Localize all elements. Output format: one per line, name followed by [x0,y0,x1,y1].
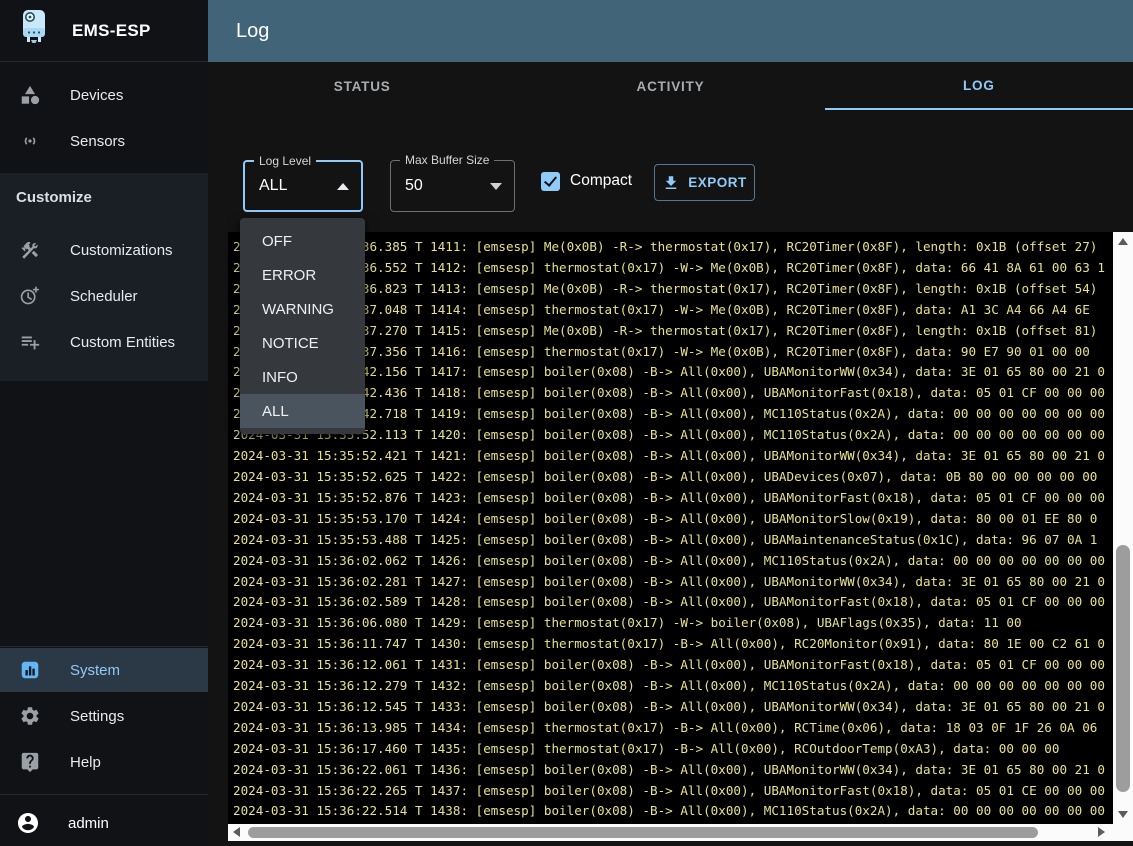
log-line: 2024-03-31 15:36:17.460 T 1435: [emsesp]… [233,739,1113,760]
log-line: 2024-03-31 15:35:52.625 T 1422: [emsesp]… [233,467,1113,488]
log-line: 2024-03-31 15:35:42.436 T 1418: [emsesp]… [233,383,1113,404]
sidebar-item-label: Help [70,754,101,771]
chevron-down-icon [490,183,502,190]
divider [0,646,208,647]
sidebar: EMS-ESP Devices Sensors Customize [0,0,208,846]
scrollbar-corner [1113,824,1133,841]
log-line: 2024-03-31 15:36:13.985 T 1434: [emsesp]… [233,718,1113,739]
vertical-scrollbar-thumb[interactable] [1116,545,1130,792]
horizontal-scrollbar-thumb[interactable] [248,827,1038,838]
max-buffer-size-select[interactable]: Max Buffer Size 50 [390,160,515,212]
compact-checkbox[interactable] [541,172,560,191]
customize-section-header: Customize [16,189,92,206]
log-line: 2024-03-31 15:35:53.170 T 1424: [emsesp]… [233,509,1113,530]
log-line: 2024-03-31 15:35:52.113 T 1420: [emsesp]… [233,425,1113,446]
sidebar-item-label: Custom Entities [70,334,175,351]
live-help-icon [18,751,42,773]
max-buffer-size-value: 50 [405,161,423,211]
sidebar-item-customizations[interactable]: Customizations [0,227,208,273]
tab-activity[interactable]: ACTIVITY [516,62,824,110]
construction-icon [18,239,42,261]
page-title: Log [236,20,269,43]
log-level-select[interactable]: Log Level ALL [243,160,363,212]
log-line: 2024-03-31 15:36:22.265 T 1437: [emsesp]… [233,781,1113,802]
sidebar-item-label: Sensors [70,133,125,150]
log-line: 2024-03-31 15:36:11.747 T 1430: [emsesp]… [233,634,1113,655]
sidebar-item-label: System [70,662,120,679]
user-menu[interactable]: admin [0,800,208,846]
log-line: 2024-03-31 15:35:36.823 T 1413: [emsesp]… [233,279,1113,300]
more-time-icon [18,285,42,307]
gear-icon [18,705,42,727]
boiler-logo-icon [18,9,50,52]
customize-section: Customize Customizations Scheduler [0,173,208,381]
user-label: admin [68,815,109,832]
log-line: 2024-03-31 15:35:37.356 T 1416: [emsesp]… [233,342,1113,363]
app-bar: Log [208,0,1133,62]
compact-label: Compact [570,172,632,190]
main-content: Log STATUS ACTIVITY LOG Log Level ALL Ma… [208,0,1133,846]
chevron-up-icon [337,183,349,190]
sidebar-item-sensors[interactable]: Sensors [0,118,208,164]
sidebar-item-system[interactable]: System [0,648,208,692]
horizontal-scrollbar[interactable] [228,824,1113,841]
log-line: 2024-03-31 15:35:37.270 T 1415: [emsesp]… [233,321,1113,342]
log-line: 2024-03-31 15:35:36.552 T 1412: [emsesp]… [233,258,1113,279]
app-logo-row: EMS-ESP [0,0,208,62]
sidebar-item-scheduler[interactable]: Scheduler [0,273,208,319]
sidebar-item-custom-entities[interactable]: Custom Entities [0,319,208,365]
divider [0,794,208,795]
sidebar-item-label: Devices [70,87,123,104]
export-button-label: EXPORT [688,175,747,190]
log-line: 2024-03-31 15:35:42.718 T 1419: [emsesp]… [233,404,1113,425]
scroll-right-arrow-icon[interactable] [1098,827,1105,837]
scroll-left-arrow-icon[interactable] [233,827,240,837]
log-level-option[interactable]: ERROR [240,258,365,292]
log-line: 2024-03-31 15:35:52.421 T 1421: [emsesp]… [233,446,1113,467]
log-line: 2024-03-31 15:36:12.279 T 1432: [emsesp]… [233,676,1113,697]
sidebar-item-label: Settings [70,708,124,725]
log-level-option[interactable]: NOTICE [240,326,365,360]
sidebar-item-help[interactable]: Help [0,740,208,784]
log-line: 2024-03-31 15:35:36.385 T 1411: [emsesp]… [233,237,1113,258]
app-title: EMS-ESP [72,21,151,41]
category-icon [18,84,42,106]
log-line: 2024-03-31 15:35:37.048 T 1414: [emsesp]… [233,300,1113,321]
scroll-up-arrow-icon[interactable] [1118,238,1128,245]
sidebar-item-devices[interactable]: Devices [0,72,208,118]
log-level-value: ALL [259,162,287,210]
sidebar-item-settings[interactable]: Settings [0,694,208,738]
analytics-icon [18,659,42,681]
scroll-down-arrow-icon[interactable] [1118,811,1128,818]
export-button[interactable]: EXPORT [654,164,755,201]
log-line: 2024-03-31 15:36:22.514 T 1438: [emsesp]… [233,801,1113,822]
log-line: 2024-03-31 15:35:42.156 T 1417: [emsesp]… [233,362,1113,383]
sensors-icon [18,130,42,152]
account-circle-icon [16,810,40,836]
log-level-option[interactable]: INFO [240,360,365,394]
log-line: 2024-03-31 15:35:52.876 T 1423: [emsesp]… [233,488,1113,509]
log-level-menu: OFF ERROR WARNING NOTICE INFO ALL [240,218,365,434]
log-line: 2024-03-31 15:36:12.545 T 1433: [emsesp]… [233,697,1113,718]
log-level-option[interactable]: OFF [240,224,365,258]
log-level-option[interactable]: ALL [240,394,365,428]
log-line: 2024-03-31 15:36:22.061 T 1436: [emsesp]… [233,760,1113,781]
log-line: 2024-03-31 15:36:12.061 T 1431: [emsesp]… [233,655,1113,676]
log-line: 2024-03-31 15:36:02.589 T 1428: [emsesp]… [233,592,1113,613]
download-icon [662,174,680,192]
log-level-option[interactable]: WARNING [240,292,365,326]
log-line: 2024-03-31 15:36:02.062 T 1426: [emsesp]… [233,551,1113,572]
sidebar-item-label: Customizations [70,242,173,259]
log-line: 2024-03-31 15:36:02.281 T 1427: [emsesp]… [233,572,1113,593]
tab-log[interactable]: LOG [825,62,1133,110]
sidebar-item-label: Scheduler [70,288,138,305]
tab-status[interactable]: STATUS [208,62,516,110]
tab-bar: STATUS ACTIVITY LOG [208,62,1133,110]
log-line: 2024-03-31 15:35:53.488 T 1425: [emsesp]… [233,530,1113,551]
vertical-scrollbar[interactable] [1113,232,1133,824]
playlist-add-icon [18,331,42,353]
log-line: 2024-03-31 15:36:06.080 T 1429: [emsesp]… [233,613,1113,634]
